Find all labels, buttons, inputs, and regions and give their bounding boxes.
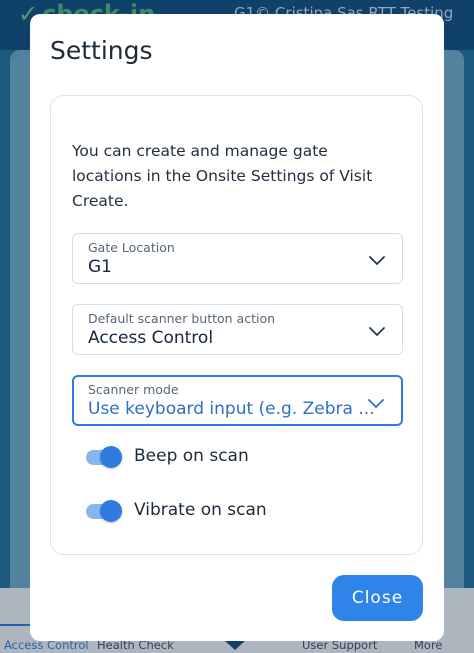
vibrate-on-scan-row: Vibrate on scan (84, 496, 384, 526)
chevron-down-icon (368, 399, 384, 408)
scanner-mode-label: Scanner mode (88, 382, 179, 397)
settings-card: You can create and manage gate locations… (50, 95, 423, 555)
beep-on-scan-toggle[interactable] (84, 446, 124, 468)
beep-on-scan-label: Beep on scan (134, 446, 249, 466)
vibrate-on-scan-label: Vibrate on scan (134, 500, 267, 520)
chevron-down-icon (369, 256, 385, 265)
gate-location-label: Gate Location (88, 240, 175, 255)
beep-on-scan-row: Beep on scan (84, 442, 384, 472)
vibrate-on-scan-toggle[interactable] (84, 500, 124, 522)
settings-dialog: Settings You can create and manage gate … (30, 14, 444, 641)
default-action-value: Access Control (88, 328, 214, 348)
gate-location-select[interactable]: Gate Location G1 (72, 233, 403, 284)
scanner-mode-select[interactable]: Scanner mode Use keyboard input (e.g. Ze… (72, 375, 403, 426)
scanner-mode-value: Use keyboard input (e.g. Zebra ... (88, 399, 375, 419)
dialog-title: Settings (50, 36, 153, 65)
toggle-knob (100, 446, 122, 468)
default-action-label: Default scanner button action (88, 311, 276, 326)
gate-location-value: G1 (88, 257, 112, 277)
chevron-down-icon (369, 327, 385, 336)
close-button[interactable]: Close (332, 575, 423, 621)
toggle-knob (100, 500, 122, 522)
default-action-select[interactable]: Default scanner button action Access Con… (72, 304, 403, 355)
info-text: You can create and manage gate locations… (72, 142, 373, 210)
